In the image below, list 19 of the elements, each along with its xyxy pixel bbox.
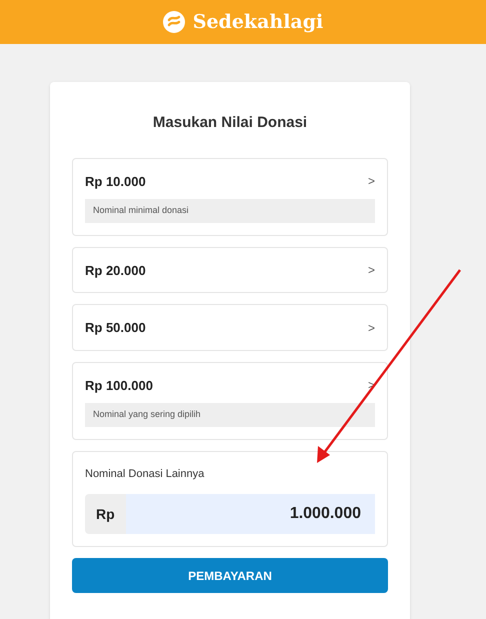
chevron-icon: > xyxy=(368,261,375,280)
amount-label: Rp 100.000 xyxy=(85,376,153,395)
amount-option[interactable]: Rp 20.000 > xyxy=(72,246,388,293)
amount-label: Rp 20.000 xyxy=(85,262,146,280)
custom-amount-label: Nominal Donasi Lainnya xyxy=(85,466,206,482)
option-note: Nominal yang sering dipilih xyxy=(85,403,375,426)
amount-label: Rp 10.000 xyxy=(85,172,146,191)
amount-field[interactable]: Rp 1.000.000 xyxy=(85,494,375,534)
option-note: Nominal minimal donasi xyxy=(85,199,375,222)
currency-prefix: Rp xyxy=(95,504,116,524)
card-title: Masukan Nilai Donasi xyxy=(152,113,308,133)
amount-label: Rp 50.000 xyxy=(85,319,146,337)
logo-icon xyxy=(162,11,185,33)
brand-name: Sedekahlagi xyxy=(192,10,324,35)
amount-option[interactable]: Rp 10.000 > Nominal minimal donasi xyxy=(72,158,388,236)
payment-button[interactable]: PEMBAYARAN xyxy=(72,558,388,593)
chevron-icon: > xyxy=(368,318,375,337)
amount-option[interactable]: Rp 50.000 > xyxy=(72,304,388,350)
chevron-icon: > xyxy=(368,172,375,190)
